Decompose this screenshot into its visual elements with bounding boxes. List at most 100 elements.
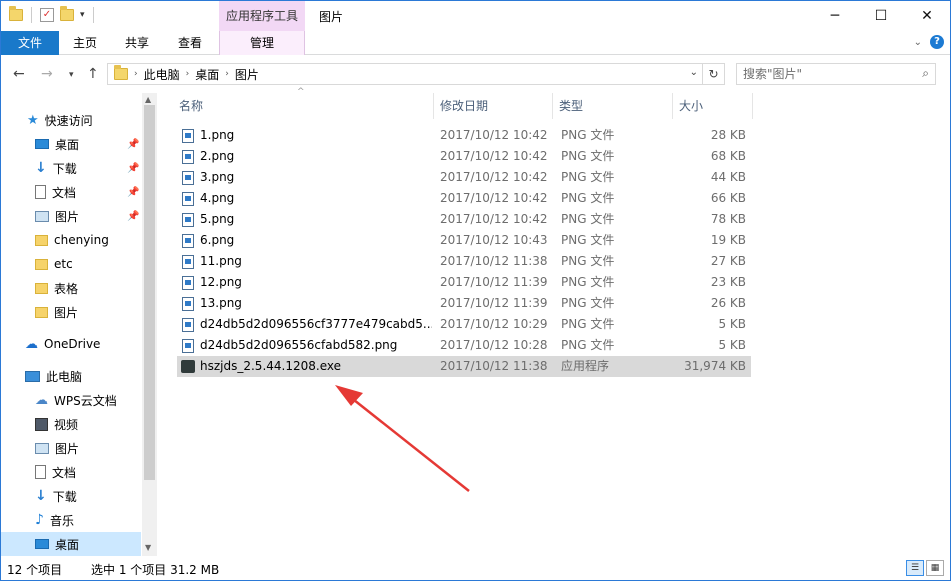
sidebar-item-label: chenying	[54, 233, 109, 247]
sidebar-item-pictures[interactable]: 图片 📌	[1, 204, 141, 228]
sidebar-item-music[interactable]: ♪ 音乐	[1, 508, 141, 532]
expand-ribbon-icon[interactable]: ⌄	[914, 37, 922, 48]
file-type: PNG 文件	[561, 296, 615, 310]
close-button[interactable]: ✕	[904, 1, 950, 31]
scroll-up-icon[interactable]: ▲	[145, 95, 151, 104]
sidebar-item-etc[interactable]: etc	[1, 252, 141, 276]
file-size: 19 KB	[710, 233, 746, 247]
properties-icon[interactable]: ✓	[40, 8, 54, 22]
table-row[interactable]: 11.png 2017/10/12 11:38 PNG 文件 27 KB	[177, 251, 751, 272]
pictures-icon	[35, 442, 49, 454]
sidebar-item-label: etc	[54, 257, 73, 271]
sidebar-item-desktop[interactable]: 桌面 📌	[1, 132, 141, 156]
image-file-icon	[182, 318, 194, 332]
address-history-dropdown-icon[interactable]: ⌄	[690, 67, 698, 78]
file-size: 23 KB	[710, 275, 746, 289]
breadcrumb-this-pc[interactable]: 此电脑	[144, 66, 180, 83]
file-size: 68 KB	[710, 149, 746, 163]
new-folder-icon[interactable]	[60, 6, 74, 21]
sidebar-item-onedrive[interactable]: ☁ OneDrive	[1, 332, 141, 356]
column-header-name[interactable]: 名称	[173, 93, 434, 119]
sidebar-item-tables[interactable]: 表格	[1, 276, 141, 300]
search-box[interactable]: ⌕	[736, 63, 936, 85]
file-type: PNG 文件	[561, 170, 615, 184]
address-bar[interactable]: › 此电脑 › 桌面 › 图片 ⌄ ↻	[107, 63, 725, 85]
table-row[interactable]: 3.png 2017/10/12 10:42 PNG 文件 44 KB	[177, 167, 751, 188]
file-size: 26 KB	[710, 296, 746, 310]
scrollbar-thumb[interactable]	[144, 105, 155, 480]
table-row[interactable]: 4.png 2017/10/12 10:42 PNG 文件 66 KB	[177, 188, 751, 209]
sidebar-item-pc-pictures[interactable]: 图片	[1, 436, 141, 460]
table-row[interactable]: 1.png 2017/10/12 10:42 PNG 文件 28 KB	[177, 125, 751, 146]
file-type: PNG 文件	[561, 149, 615, 163]
sidebar-item-wps-cloud[interactable]: ☁ WPS云文档	[1, 388, 141, 412]
breadcrumb-desktop[interactable]: 桌面	[195, 66, 219, 83]
sidebar-item-pc-downloads[interactable]: ↓ 下载	[1, 484, 141, 508]
image-file-icon	[182, 255, 194, 269]
title-bar: ✓ ▾ 应用程序工具 图片 ─ ☐ ✕	[1, 1, 950, 31]
breadcrumb-separator-icon[interactable]: ›	[186, 69, 190, 79]
sidebar-item-label: 下载	[52, 161, 77, 176]
large-icons-view-icon[interactable]: ▦	[926, 560, 944, 576]
file-name: 5.png	[200, 212, 235, 226]
image-file-icon	[182, 192, 194, 206]
sidebar-item-videos[interactable]: 视频	[1, 412, 141, 436]
file-date: 2017/10/12 10:28	[440, 338, 548, 352]
table-row[interactable]: 6.png 2017/10/12 10:43 PNG 文件 19 KB	[177, 230, 751, 251]
tab-home[interactable]: 主页	[67, 31, 103, 55]
table-row[interactable]: 13.png 2017/10/12 11:39 PNG 文件 26 KB	[177, 293, 751, 314]
document-icon	[35, 465, 46, 479]
recent-locations-icon[interactable]: ▾	[69, 70, 74, 80]
help-icon[interactable]: ?	[930, 35, 944, 49]
tab-manage[interactable]: 管理	[219, 31, 305, 55]
table-row[interactable]: d24db5d2d096556cfabd582.png 2017/10/12 10…	[177, 335, 751, 356]
tab-view[interactable]: 查看	[172, 31, 208, 55]
minimize-button[interactable]: ─	[812, 1, 858, 31]
back-button[interactable]: ←	[13, 66, 25, 82]
file-name: 13.png	[200, 296, 242, 310]
forward-button[interactable]: →	[41, 66, 53, 82]
sidebar-item-downloads[interactable]: ↓ 下载 📌	[1, 156, 141, 180]
refresh-button[interactable]: ↻	[702, 64, 724, 84]
file-date: 2017/10/12 10:42	[440, 212, 548, 226]
table-row[interactable]: 5.png 2017/10/12 10:42 PNG 文件 78 KB	[177, 209, 751, 230]
pin-icon: 📌	[127, 162, 140, 174]
file-name: 3.png	[200, 170, 235, 184]
sidebar-item-documents[interactable]: 文档 📌	[1, 180, 141, 204]
wps-cloud-icon: ☁	[35, 392, 48, 408]
sidebar-item-pc-desktop[interactable]: 桌面	[1, 532, 141, 556]
column-header-size[interactable]: 大小	[673, 93, 753, 119]
customize-toolbar-icon[interactable]: ▾	[80, 10, 85, 20]
table-row[interactable]: hszjds_2.5.44.1208.exe 2017/10/12 11:38 应用…	[177, 356, 751, 377]
sidebar-item-this-pc[interactable]: 此电脑	[1, 364, 141, 388]
sidebar-item-label: 文档	[52, 465, 77, 480]
sidebar-item-pc-documents[interactable]: 文档	[1, 460, 141, 484]
file-name: 6.png	[200, 233, 235, 247]
scroll-down-icon[interactable]: ▼	[145, 543, 151, 552]
sidebar-item-pictures-folder[interactable]: 图片	[1, 300, 141, 324]
sidebar-item-quick-access[interactable]: ★ 快速访问	[1, 108, 141, 132]
sidebar-item-chenying[interactable]: chenying	[1, 228, 141, 252]
maximize-button[interactable]: ☐	[858, 1, 904, 31]
table-row[interactable]: d24db5d2d096556cf3777e479cabd5... 2017/10…	[177, 314, 751, 335]
image-file-icon	[182, 171, 194, 185]
image-file-icon	[182, 129, 194, 143]
breadcrumb-separator-icon[interactable]: ›	[134, 69, 138, 79]
column-header-type[interactable]: 类型	[553, 93, 673, 119]
cloud-icon: ☁	[25, 336, 38, 352]
image-file-icon	[182, 339, 194, 353]
sidebar-scrollbar[interactable]: ▲ ▼	[142, 93, 157, 556]
search-input[interactable]	[737, 64, 907, 84]
table-row[interactable]: 2.png 2017/10/12 10:42 PNG 文件 68 KB	[177, 146, 751, 167]
breadcrumb-separator-icon[interactable]: ›	[225, 69, 229, 79]
sidebar-item-label: 下载	[52, 489, 77, 504]
tab-share[interactable]: 共享	[119, 31, 155, 55]
file-name: hszjds_2.5.44.1208.exe	[200, 359, 341, 373]
file-size: 28 KB	[710, 128, 746, 142]
column-header-date[interactable]: 修改日期	[434, 93, 553, 119]
up-button[interactable]: ↑	[87, 66, 99, 82]
table-row[interactable]: 12.png 2017/10/12 11:39 PNG 文件 23 KB	[177, 272, 751, 293]
details-view-icon[interactable]: ☰	[906, 560, 924, 576]
breadcrumb-pictures[interactable]: 图片	[235, 66, 259, 83]
tab-file[interactable]: 文件	[1, 31, 59, 55]
